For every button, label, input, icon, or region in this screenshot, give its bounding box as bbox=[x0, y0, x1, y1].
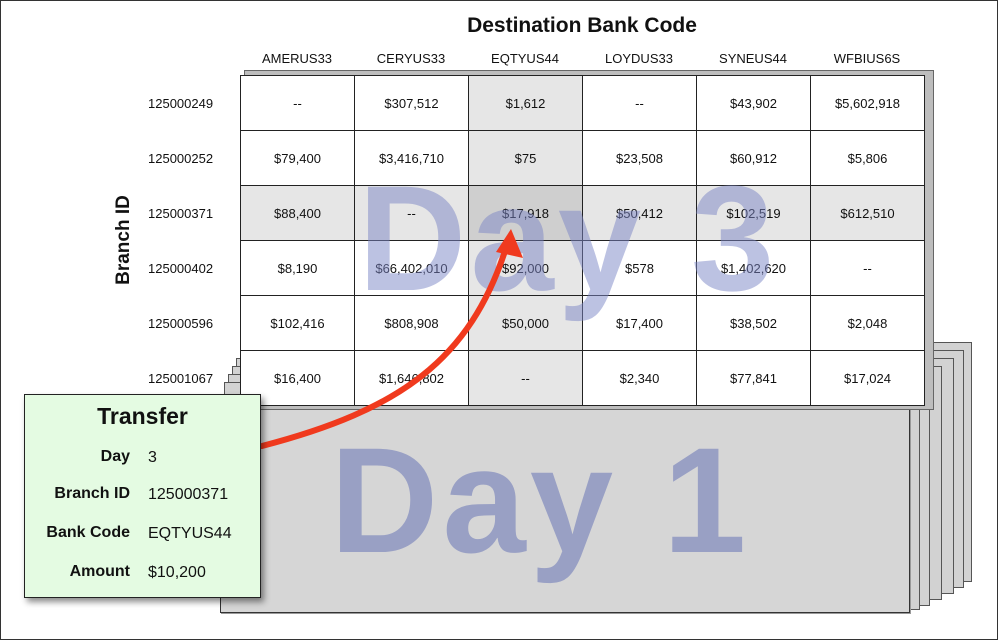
grid-cell: $1,402,620 bbox=[696, 240, 811, 296]
branch-id-header: 125000402 bbox=[148, 261, 214, 276]
grid-row-highlighted: $88,400 -- $17,918 $50,412 $102,519 $612… bbox=[240, 185, 925, 241]
grid-row: -- $307,512 $1,612 -- $43,902 $5,602,918 bbox=[240, 75, 925, 131]
bank-code-header: CERYUS33 bbox=[376, 51, 446, 66]
grid-cell: $75 bbox=[468, 130, 583, 186]
grid-cell: $307,512 bbox=[354, 75, 469, 131]
grid-cell: $60,912 bbox=[696, 130, 811, 186]
grid-cell: -- bbox=[240, 75, 355, 131]
destination-bank-code-title: Destination Bank Code bbox=[467, 14, 697, 37]
branch-id-header: 125000252 bbox=[148, 151, 214, 166]
grid-cell: $102,416 bbox=[240, 295, 355, 351]
branch-id-axis-title: Branch ID bbox=[113, 195, 134, 285]
grid-cell: $23,508 bbox=[582, 130, 697, 186]
branch-id-header: 125000371 bbox=[148, 206, 214, 221]
transfer-card-title: Transfer bbox=[97, 403, 188, 429]
grid-cell: -- bbox=[810, 240, 925, 296]
grid-cell: $8,190 bbox=[240, 240, 355, 296]
grid-cell: $5,806 bbox=[810, 130, 925, 186]
grid-cell: $50,412 bbox=[582, 185, 697, 241]
bank-code-header: EQTYUS44 bbox=[491, 51, 559, 66]
grid-cell: $578 bbox=[582, 240, 697, 296]
transfer-card: Transfer Day 3 Branch ID 125000371 Bank … bbox=[24, 394, 261, 598]
grid-cell: $92,000 bbox=[468, 240, 583, 296]
grid-cell: -- bbox=[354, 185, 469, 241]
day1-watermark: Day 1 bbox=[330, 416, 751, 584]
grid-cell: $1,646,802 bbox=[354, 350, 469, 406]
branch-id-header: 125000596 bbox=[148, 316, 214, 331]
grid-row: $79,400 $3,416,710 $75 $23,508 $60,912 $… bbox=[240, 130, 925, 186]
grid-cell: $102,519 bbox=[696, 185, 811, 241]
bank-code-header: SYNEUS44 bbox=[719, 51, 787, 66]
bank-code-header: WFBIUS6S bbox=[833, 51, 901, 66]
grid-row: $16,400 $1,646,802 -- $2,340 $77,841 $17… bbox=[240, 350, 925, 406]
bank-code-header: AMERUS33 bbox=[261, 51, 333, 66]
grid-cell: $50,000 bbox=[468, 295, 583, 351]
transfer-day-label: Day bbox=[100, 448, 130, 465]
transfer-amount-value: $10,200 bbox=[148, 564, 206, 581]
grid-cell: $1,612 bbox=[468, 75, 583, 131]
grid-cell: $66,402,010 bbox=[354, 240, 469, 296]
grid-cell: -- bbox=[582, 75, 697, 131]
grid-row: $102,416 $808,908 $50,000 $17,400 $38,50… bbox=[240, 295, 925, 351]
branch-id-header: 125001067 bbox=[148, 371, 214, 386]
grid-cell: $17,400 bbox=[582, 295, 697, 351]
day3-grid: -- $307,512 $1,612 -- $43,902 $5,602,918… bbox=[240, 75, 925, 406]
grid-cell: $38,502 bbox=[696, 295, 811, 351]
grid-cell: $88,400 bbox=[240, 185, 355, 241]
diagram-canvas: Day 1 Destination Bank Code Branch ID AM… bbox=[0, 0, 1000, 642]
grid-cell: $43,902 bbox=[696, 75, 811, 131]
transfer-branch-id-label: Branch ID bbox=[54, 485, 130, 502]
grid-cell: $79,400 bbox=[240, 130, 355, 186]
grid-cell-target: $17,918 bbox=[468, 185, 583, 241]
grid-cell: $77,841 bbox=[696, 350, 811, 406]
transfer-bank-code-value: EQTYUS44 bbox=[148, 525, 232, 542]
transfer-day-value: 3 bbox=[148, 449, 157, 466]
transfer-branch-id-value: 125000371 bbox=[148, 486, 229, 503]
grid-cell: $612,510 bbox=[810, 185, 925, 241]
branch-id-header: 125000249 bbox=[148, 96, 214, 111]
grid-cell: $5,602,918 bbox=[810, 75, 925, 131]
transfer-amount-label: Amount bbox=[69, 563, 130, 580]
bank-code-header: LOYDUS33 bbox=[605, 51, 673, 66]
grid-cell: $2,340 bbox=[582, 350, 697, 406]
grid-cell: -- bbox=[468, 350, 583, 406]
grid-cell: $2,048 bbox=[810, 295, 925, 351]
grid-row: $8,190 $66,402,010 $92,000 $578 $1,402,6… bbox=[240, 240, 925, 296]
grid-cell: $3,416,710 bbox=[354, 130, 469, 186]
grid-cell: $808,908 bbox=[354, 295, 469, 351]
transfer-bank-code-label: Bank Code bbox=[46, 524, 130, 541]
grid-cell: $17,024 bbox=[810, 350, 925, 406]
